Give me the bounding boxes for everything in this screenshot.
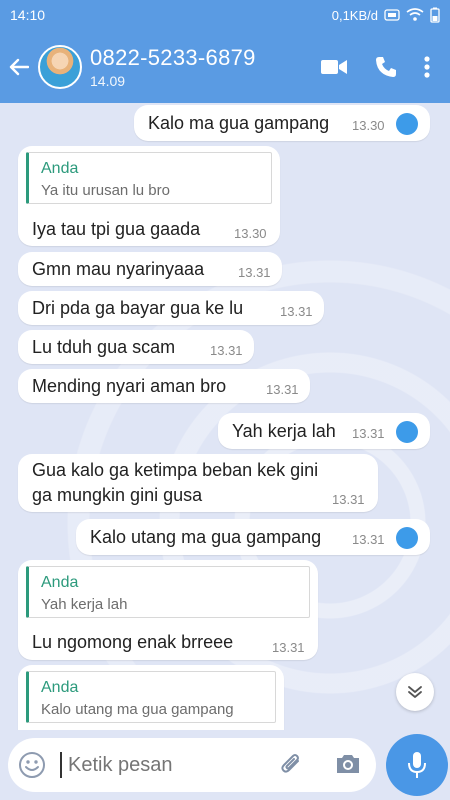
incoming-message[interactable]: Dri pda ga bayar gua ke lu 13.31	[18, 291, 324, 325]
message-text: Iya tau tpi gua gaada	[32, 219, 201, 239]
more-options-icon[interactable]	[424, 55, 430, 79]
message-time: 13.31	[352, 532, 385, 547]
microphone-icon	[408, 752, 426, 778]
text-cursor	[60, 752, 62, 778]
message-input[interactable]	[68, 754, 268, 777]
message-composer	[0, 730, 450, 800]
outgoing-message[interactable]: Yah kerja lah 13.31	[218, 413, 430, 449]
quote-text: Kalo utang ma gua gampang	[41, 701, 234, 718]
arrow-left-icon	[9, 58, 29, 75]
message-text: Dri pda ga bayar gua ke lu	[32, 298, 244, 318]
message-time: 13.31	[280, 304, 313, 319]
message-time: 13.31	[238, 265, 271, 280]
read-tick-icon	[396, 421, 418, 443]
incoming-message[interactable]: Anda Yah kerja lah Lu ngomong enak brree…	[18, 560, 318, 660]
message-text: Yah kerja lah	[232, 421, 336, 441]
quote-sender: Anda	[41, 574, 79, 591]
network-speed: 0,1KB/d	[331, 7, 378, 23]
quote-text: Yah kerja lah	[41, 596, 128, 613]
double-chevron-down-icon	[408, 686, 422, 698]
phone-call-icon[interactable]	[374, 55, 398, 79]
voice-message-button[interactable]	[386, 734, 448, 796]
message-time: 13.31	[332, 492, 365, 507]
incoming-message[interactable]: Lu tduh gua scam 13.31	[18, 330, 254, 364]
quoted-reply[interactable]: Anda Yah kerja lah	[26, 566, 310, 618]
status-time: 14:10	[10, 7, 46, 23]
read-tick-icon	[396, 527, 418, 549]
message-text: Gmn mau nyarinyaaa	[32, 259, 205, 279]
incoming-message[interactable]: Gua kalo ga ketimpa beban kek gini ga mu…	[18, 454, 378, 512]
incoming-message[interactable]: Gmn mau nyarinyaaa 13.31	[18, 252, 282, 286]
message-time: 13.31	[266, 382, 299, 397]
incoming-message[interactable]: Anda Ya itu urusan lu bro Iya tau tpi gu…	[18, 146, 280, 246]
incoming-message[interactable]: Mending nyari aman bro 13.31	[18, 369, 310, 403]
quoted-reply[interactable]: Anda Kalo utang ma gua gampang	[26, 671, 276, 723]
quoted-reply[interactable]: Anda Ya itu urusan lu bro	[26, 152, 272, 204]
message-text-line1: Gua kalo ga ketimpa beban kek gini	[32, 460, 319, 480]
camera-icon[interactable]	[334, 751, 362, 777]
read-tick-icon	[396, 113, 418, 135]
outgoing-message[interactable]: Kalo utang ma gua gampang 13.31	[76, 519, 430, 555]
message-text: Kalo ma gua gampang	[148, 113, 330, 133]
status-bar: 14:10 0,1KB/d	[0, 0, 450, 30]
wifi-icon	[406, 8, 424, 21]
chat-header: 0822-5233-6879 14.09	[0, 30, 450, 103]
quote-sender: Anda	[41, 160, 79, 177]
message-time: 13.31	[210, 343, 243, 358]
back-button[interactable]	[0, 30, 38, 103]
message-text: Lu tduh gua scam	[32, 337, 176, 357]
quote-text: Ya itu urusan lu bro	[41, 182, 170, 199]
emoji-icon[interactable]	[18, 751, 46, 779]
message-time: 13.30	[352, 118, 385, 133]
video-call-icon[interactable]	[320, 58, 348, 76]
volte-icon	[384, 9, 400, 21]
message-time: 13.30	[234, 226, 267, 241]
message-text: Kalo utang ma gua gampang	[90, 527, 322, 547]
message-text: Mending nyari aman bro	[32, 376, 227, 396]
outgoing-message[interactable]: Kalo ma gua gampang 13.30	[134, 105, 430, 141]
incoming-message[interactable]: Anda Kalo utang ma gua gampang	[18, 665, 284, 730]
contact-info[interactable]: 0822-5233-6879 14.09	[90, 45, 320, 89]
scroll-to-bottom-button[interactable]	[396, 673, 434, 711]
message-input-container[interactable]	[8, 738, 376, 792]
message-text: Lu ngomong enak brreee	[32, 632, 234, 652]
contact-name[interactable]: 0822-5233-6879	[90, 45, 320, 71]
battery-icon	[430, 7, 440, 23]
message-time: 13.31	[272, 640, 305, 655]
quote-sender: Anda	[41, 679, 79, 696]
message-list[interactable]: Kalo ma gua gampang 13.30 Anda Ya itu ur…	[0, 103, 450, 730]
message-time: 13.31	[352, 426, 385, 441]
attachment-icon[interactable]	[278, 751, 306, 779]
last-seen: 14.09	[90, 72, 126, 89]
message-text-line2: ga mungkin gini gusa	[32, 485, 203, 505]
avatar[interactable]	[38, 44, 82, 89]
